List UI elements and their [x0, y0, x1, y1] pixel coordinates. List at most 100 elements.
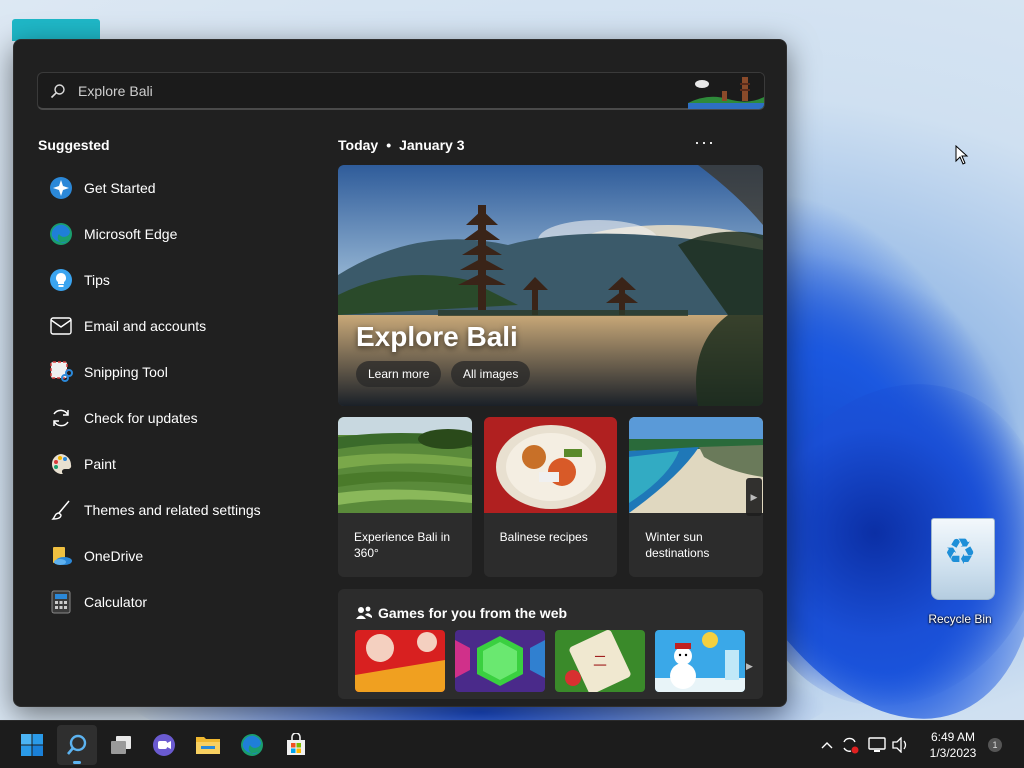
suggested-item-check-for-updates[interactable]: Check for updates: [38, 395, 308, 441]
svg-text:二: 二: [593, 654, 607, 670]
suggested-item-snipping-tool[interactable]: Snipping Tool: [38, 349, 308, 395]
search-icon: [67, 734, 87, 755]
chevron-up-icon[interactable]: [818, 741, 836, 749]
chat-button[interactable]: [144, 725, 184, 765]
suggested-item-label: Tips: [84, 272, 110, 288]
beach-image: [629, 417, 764, 513]
search-highlight-thumbnail[interactable]: [688, 72, 764, 109]
card-caption: Experience Bali in 360°: [354, 530, 451, 560]
suggested-item-label: OneDrive: [84, 548, 144, 564]
mouse-cursor-icon: [955, 145, 969, 165]
today-heading: Today • January 3: [338, 137, 465, 153]
suggested-item-label: Get Started: [84, 180, 156, 196]
suggested-item-label: Calculator: [84, 594, 148, 610]
start-button[interactable]: [12, 725, 52, 765]
suggested-item-label: Paint: [84, 456, 116, 472]
card-caption: Balinese recipes: [499, 530, 588, 544]
edge-icon: [48, 221, 74, 247]
games-title: Games for you from the web: [378, 605, 568, 621]
card-balinese-recipes[interactable]: Balinese recipes: [483, 417, 618, 577]
card-winter-sun-destinations[interactable]: Winter sun destinations: [629, 417, 764, 577]
card-experience-bali[interactable]: Experience Bali in 360°: [338, 417, 472, 577]
notification-badge[interactable]: 1: [988, 738, 1002, 752]
suggested-item-label: Check for updates: [84, 410, 198, 426]
mail-icon: [48, 313, 74, 339]
game-hexagon-icon: [455, 630, 545, 692]
game-snowman-icon: [655, 630, 745, 692]
clock-date: 1/3/2023: [929, 746, 977, 760]
edge-icon: [241, 734, 263, 756]
search-box[interactable]: [37, 72, 765, 110]
task-view-icon: [111, 736, 131, 754]
suggested-heading: Suggested: [38, 137, 110, 153]
hero-card[interactable]: Explore Bali Learn more All images: [338, 165, 763, 406]
today-label: Today: [338, 137, 379, 153]
today-date: January 3: [399, 137, 465, 153]
refresh-icon: [48, 405, 74, 431]
learn-more-button[interactable]: Learn more: [356, 361, 442, 387]
start-icon: [21, 734, 43, 756]
suggested-item-onedrive[interactable]: OneDrive: [38, 533, 308, 579]
calculator-icon: [48, 589, 74, 615]
suggested-item-label: Snipping Tool: [84, 364, 168, 380]
suggested-item-label: Microsoft Edge: [84, 226, 178, 242]
hero-title: Explore Bali: [356, 321, 518, 352]
game-tile[interactable]: [355, 630, 445, 692]
recycle-bin-icon: ♻: [925, 512, 995, 600]
file-explorer-button[interactable]: [188, 725, 228, 765]
games-next-arrow-icon[interactable]: ▶: [746, 661, 753, 672]
suggested-item-calculator[interactable]: Calculator: [38, 579, 308, 625]
game-tiles: 二: [355, 630, 745, 692]
balinese-food-image: [483, 417, 618, 513]
game-tile[interactable]: 二: [555, 630, 645, 692]
edge-taskbar-button[interactable]: [232, 725, 272, 765]
network-icon[interactable]: [864, 737, 890, 753]
get-started-icon: [48, 175, 74, 201]
recycle-bin-label: Recycle Bin: [928, 612, 992, 626]
brush-icon: [48, 497, 74, 523]
taskbar-search-button[interactable]: [57, 725, 97, 765]
update-sync-icon[interactable]: [836, 736, 864, 754]
suggested-item-label: Themes and related settings: [84, 502, 261, 518]
rice-terraces-image: [338, 417, 472, 513]
people-icon: [356, 606, 372, 619]
task-view-button[interactable]: [101, 725, 141, 765]
suggested-item-paint[interactable]: Paint: [38, 441, 308, 487]
suggested-item-themes-and-related-settings[interactable]: Themes and related settings: [38, 487, 308, 533]
all-images-button[interactable]: All images: [451, 361, 531, 387]
suggested-item-email-and-accounts[interactable]: Email and accounts: [38, 303, 308, 349]
store-button[interactable]: [276, 725, 316, 765]
clock-time: 6:49 AM: [930, 730, 976, 744]
paint-icon: [48, 451, 74, 477]
volume-icon[interactable]: [890, 737, 912, 753]
suggested-item-microsoft-edge[interactable]: Microsoft Edge: [38, 211, 308, 257]
background-window-edge: [12, 19, 100, 41]
games-section: Games for you from the web 二 ▶: [338, 589, 763, 699]
search-flyout-panel: Suggested Get Started Microsoft Edge Tip…: [13, 39, 787, 707]
suggested-item-label: Email and accounts: [84, 318, 207, 334]
game-tile[interactable]: [455, 630, 545, 692]
onedrive-icon: [48, 543, 74, 569]
search-input[interactable]: [78, 73, 688, 108]
search-icon: [38, 83, 78, 99]
file-explorer-icon: [196, 737, 220, 754]
card-caption: Winter sun destinations: [645, 530, 710, 560]
chat-icon: [153, 734, 175, 756]
tips-icon: [48, 267, 74, 293]
system-tray: [818, 721, 912, 768]
suggested-item-tips[interactable]: Tips: [38, 257, 308, 303]
highlight-cards: Experience Bali in 360° Balinese recipes: [338, 417, 764, 577]
games-heading: Games for you from the web: [356, 605, 567, 621]
recycle-bin-desktop-icon[interactable]: ♻ Recycle Bin: [920, 512, 1000, 626]
clock[interactable]: 6:49 AM 1/3/2023: [922, 729, 984, 761]
store-icon: [287, 733, 305, 755]
game-ball-icon: [355, 630, 445, 692]
snipping-tool-icon: [48, 359, 74, 385]
more-options-button[interactable]: ···: [694, 132, 715, 153]
cards-next-arrow-icon[interactable]: ▶: [746, 478, 762, 516]
taskbar: 6:49 AM 1/3/2023 1: [0, 720, 1024, 768]
suggested-item-get-started[interactable]: Get Started: [38, 165, 308, 211]
game-mahjong-icon: 二: [555, 630, 645, 692]
suggested-list: Get Started Microsoft Edge Tips Email an…: [38, 165, 308, 625]
game-tile[interactable]: [655, 630, 745, 692]
